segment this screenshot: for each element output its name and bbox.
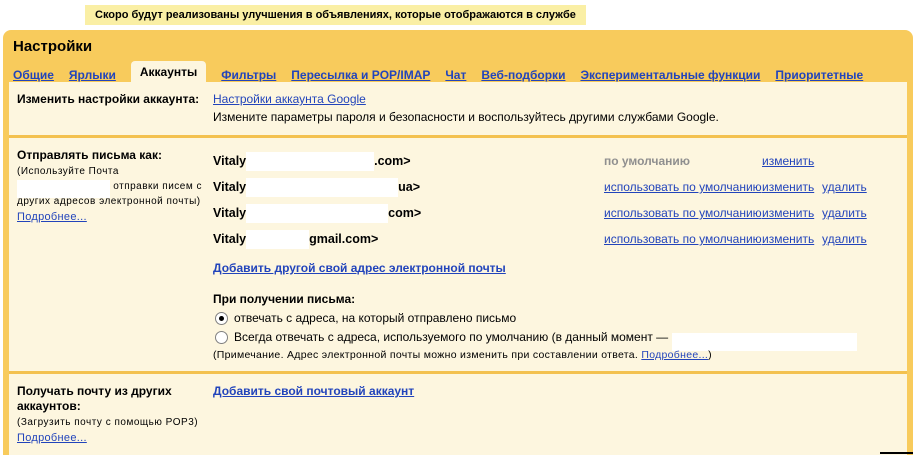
page-title: Настройки [13,38,93,55]
radio-reply-default-label: Всегда отвечать с адреса, используемого … [234,330,858,351]
send-as-note-line1: (Используйте Почта [17,166,119,177]
email-address: Vitaly ua> [213,177,604,197]
section-get-mail: Получать почту из других аккаунтов: (Заг… [9,371,907,455]
get-mail-learn-more-link[interactable]: Подробнее... [17,432,87,444]
tab-general[interactable]: Общие [13,68,54,82]
settings-panel: Настройки Общие Ярлыки Аккаунты Фильтры … [3,30,913,455]
edit-address-link[interactable]: изменить [762,154,822,168]
settings-content: Изменить настройки аккаунта: Настройки а… [9,82,907,455]
radio-row-reply-default: Всегда отвечать с адреса, используемого … [213,330,899,351]
reply-note-close: ) [708,349,712,361]
account-settings-heading: Изменить настройки аккаунта: [17,92,200,106]
tab-labs[interactable]: Экспериментальные функции [580,68,760,82]
send-as-row: Vitaly com> использовать по умолчанию из… [213,200,899,226]
make-default-link[interactable]: использовать по умолчанию [604,232,762,246]
section-send-mail-as: Отправлять письма как: (Используйте Почт… [9,135,907,371]
email-name-text: Vitaly [213,180,247,194]
add-mail-account-link[interactable]: Добавить свой почтовый аккаунт [213,384,414,398]
reply-settings-heading: При получении письма: [213,292,356,306]
add-another-address-link[interactable]: Добавить другой свой адрес электронной п… [213,261,506,275]
email-suffix-text: ua> [398,180,421,194]
send-as-row: Vitaly ua> использовать по умолчанию изм… [213,174,899,200]
reply-note-text: (Примечание. Адрес электронной почты мож… [213,349,639,361]
radio-reply-same-address[interactable] [215,311,228,325]
email-suffix-text: gmail.com> [309,232,379,246]
email-address: Vitaly .com> [213,151,604,171]
send-as-row: Vitaly gmail.com> использовать по умолча… [213,226,899,252]
send-as-heading: Отправлять письма как: [17,148,162,162]
section-send-as-body: Vitaly .com> по умолчанию изменить Vital… [213,138,907,371]
redacted-text [246,203,389,223]
radio-reply-default-text: Всегда отвечать с адреса, используемого … [234,330,669,344]
radio-reply-same-label: отвечать с адреса, на который отправлено… [234,311,517,325]
send-as-learn-more-link[interactable]: Подробнее... [17,211,87,223]
email-suffix-text: com> [388,206,422,220]
delete-address-link[interactable]: удалить [822,206,882,220]
settings-tabs: Общие Ярлыки Аккаунты Фильтры Пересылка … [9,59,907,82]
default-flag: по умолчанию [604,154,691,168]
section-account-label: Изменить настройки аккаунта: [9,82,213,135]
radio-row-reply-same: отвечать с адреса, на который отправлено… [213,311,899,325]
tab-filters[interactable]: Фильтры [221,68,276,82]
bottom-edge-artifact [880,452,913,454]
tab-priority[interactable]: Приоритетные [775,68,863,82]
get-mail-heading: Получать почту из других аккаунтов: [17,384,172,413]
tab-accounts[interactable]: Аккаунты [130,61,207,82]
ads-announcement-banner: Скоро будут реализованы улучшения в объя… [85,5,586,25]
reply-note-learn-more-link[interactable]: Подробнее... [641,349,708,361]
tab-web-clips[interactable]: Веб-подборки [481,68,565,82]
redacted-text [246,177,399,197]
get-mail-note: (Загрузить почту с помощью POP3) [17,417,199,428]
redacted-text [246,151,375,171]
tab-labels[interactable]: Ярлыки [69,68,116,82]
email-name-text: Vitaly [213,206,247,220]
section-account-body: Настройки аккаунта Google Измените парам… [213,82,907,135]
google-account-settings-description: Измените параметры пароля и безопасности… [213,110,719,124]
tab-forwarding-pop-imap[interactable]: Пересылка и POP/IMAP [291,68,430,82]
email-suffix-text: .com> [374,154,411,168]
email-name-text: Vitaly [213,232,247,246]
section-send-as-label: Отправлять письма как: (Используйте Почт… [9,138,213,371]
send-as-note: (Используйте Почта отправки писем с друг… [17,164,213,209]
edit-address-link[interactable]: изменить [762,180,822,194]
delete-address-link[interactable]: удалить [822,232,882,246]
section-get-mail-label: Получать почту из других аккаунтов: (Заг… [9,374,213,455]
send-as-row: Vitaly .com> по умолчанию изменить [213,148,899,174]
section-account-settings: Изменить настройки аккаунта: Настройки а… [9,82,907,135]
email-address: Vitaly gmail.com> [213,229,604,249]
google-account-settings-link[interactable]: Настройки аккаунта Google [213,92,366,106]
section-get-mail-body: Добавить свой почтовый аккаунт [213,374,907,455]
radio-reply-default-address[interactable] [215,330,228,344]
redacted-text [246,229,310,249]
email-address: Vitaly com> [213,203,604,223]
reply-settings: При получении письма: отвечать с адреса,… [213,292,899,361]
delete-address-link[interactable]: удалить [822,180,882,194]
edit-address-link[interactable]: изменить [762,232,822,246]
make-default-link[interactable]: использовать по умолчанию [604,180,762,194]
tab-chat[interactable]: Чат [445,68,466,82]
email-name-text: Vitaly [213,154,247,168]
edit-address-link[interactable]: изменить [762,206,822,220]
make-default-link[interactable]: использовать по умолчанию [604,206,762,220]
